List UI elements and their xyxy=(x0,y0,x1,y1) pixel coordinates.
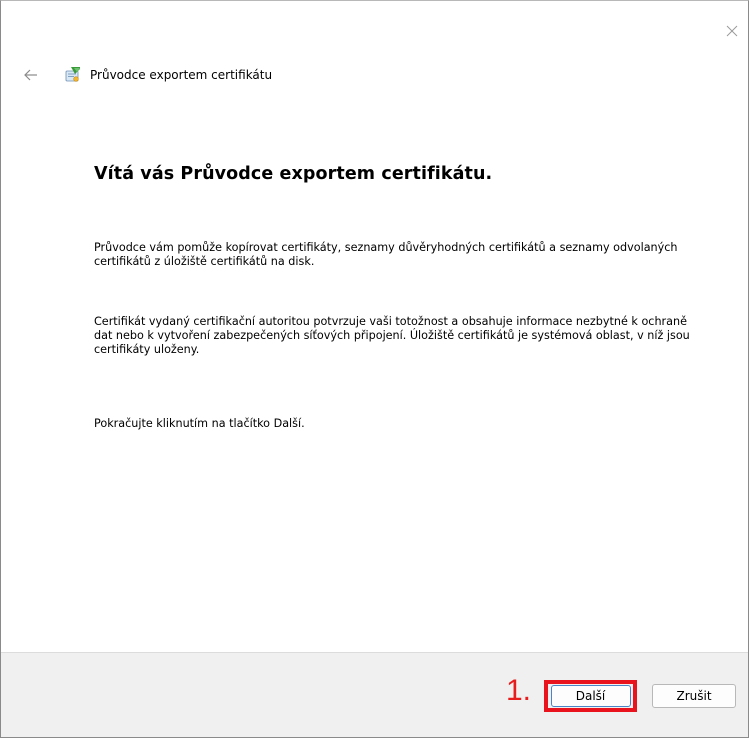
close-icon xyxy=(726,25,738,37)
intro-paragraph: Průvodce vám pomůže kopírovat certifikát… xyxy=(94,241,678,268)
wizard-footer: 1. Další Zrušit xyxy=(1,652,748,737)
back-arrow-icon xyxy=(24,69,37,81)
certificate-info-paragraph: Certifikát vydaný certifikační autoritou… xyxy=(94,315,690,356)
welcome-heading: Vítá vás Průvodce exportem certifikátu. xyxy=(94,164,493,184)
close-button[interactable] xyxy=(720,19,744,43)
next-button-highlight: Další xyxy=(544,680,637,712)
certificate-wizard-icon xyxy=(63,65,83,85)
next-button[interactable]: Další xyxy=(550,685,631,707)
wizard-window: Průvodce exportem certifikátu Vítá vás P… xyxy=(0,0,749,738)
back-button[interactable] xyxy=(21,65,41,85)
wizard-title: Průvodce exportem certifikátu xyxy=(90,68,273,82)
step-annotation: 1. xyxy=(506,674,532,707)
cancel-button[interactable]: Zrušit xyxy=(652,684,736,708)
wizard-header: Průvodce exportem certifikátu xyxy=(21,63,272,87)
continue-instruction: Pokračujte kliknutím na tlačítko Další. xyxy=(94,417,305,430)
